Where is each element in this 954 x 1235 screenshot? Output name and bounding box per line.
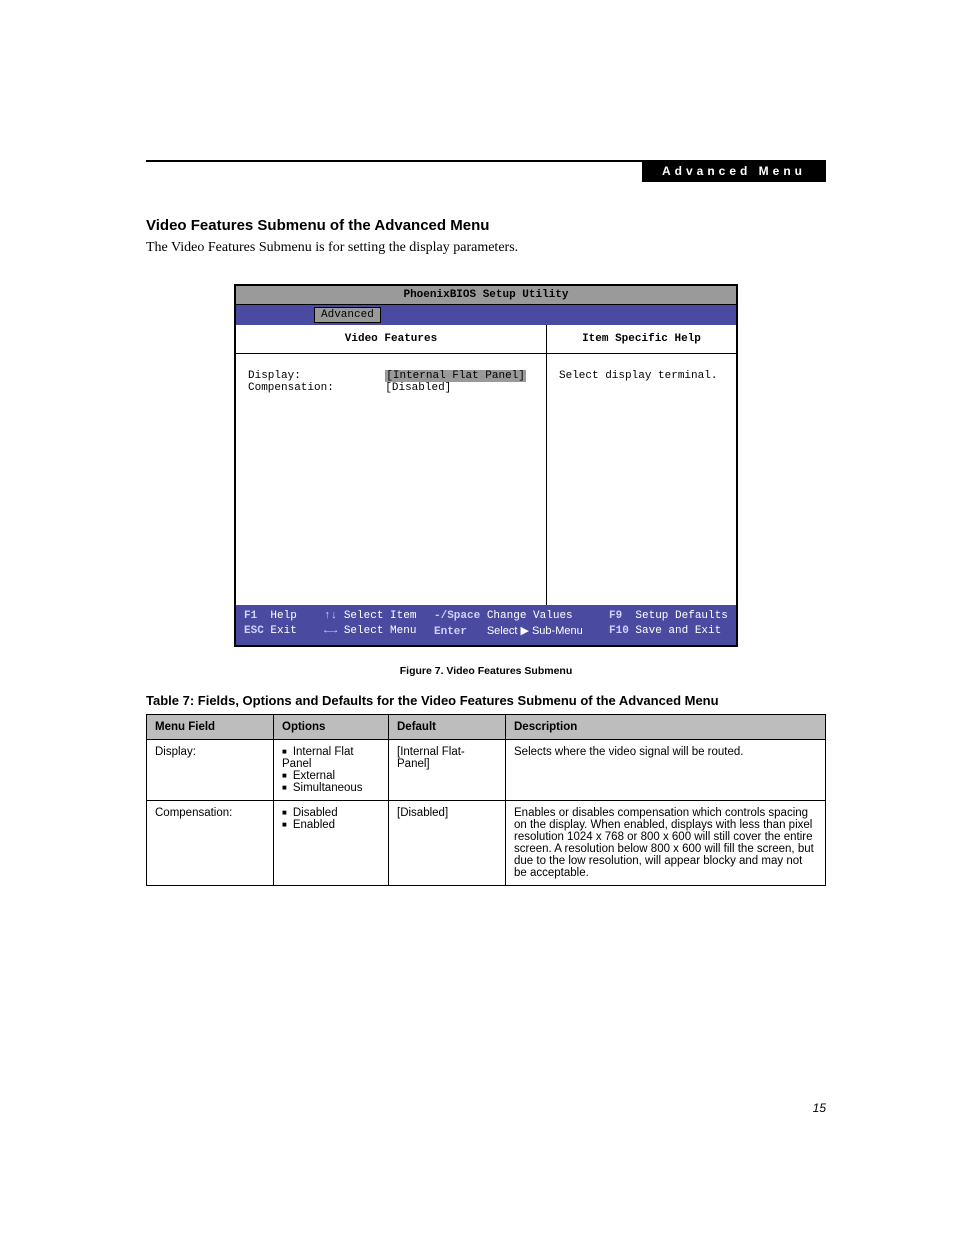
table-row: Display: Internal Flat Panel External Si… <box>147 739 826 800</box>
key-f9: F9 <box>609 610 622 622</box>
bios-field-compensation-label: Compensation: <box>248 382 385 394</box>
opt: Internal Flat Panel <box>282 746 380 770</box>
opt: Simultaneous <box>282 782 380 794</box>
opt: Disabled <box>282 807 380 819</box>
opt: Enabled <box>282 819 380 831</box>
cell-desc: Selects where the video signal will be r… <box>506 739 826 800</box>
th-options: Options <box>274 714 389 739</box>
key-enter: Enter <box>434 626 467 638</box>
key-f10: F10 <box>609 625 629 637</box>
bios-footer: F1 Help ↑↓ Select Item -/Space Change Va… <box>236 605 736 645</box>
cell-field: Compensation: <box>147 800 274 885</box>
bios-tabbar: Advanced <box>236 305 736 325</box>
bios-help-text: Select display terminal. <box>547 354 736 605</box>
cell-desc: Enables or disables compensation which c… <box>506 800 826 885</box>
cell-default: [Internal Flat-Panel] <box>389 739 506 800</box>
key-esc: ESC <box>244 625 264 637</box>
cell-options: Internal Flat Panel External Simultaneou… <box>274 739 389 800</box>
key-minus-space: -/Space <box>434 610 480 622</box>
section-intro: The Video Features Submenu is for settin… <box>146 240 826 256</box>
bios-field-display-label: Display: <box>248 370 385 382</box>
table-caption: Table 7: Fields, Options and Defaults fo… <box>146 693 826 708</box>
section-heading: Video Features Submenu of the Advanced M… <box>146 217 826 234</box>
bios-tab-advanced: Advanced <box>314 307 381 323</box>
bios-right-heading: Item Specific Help <box>547 325 736 354</box>
opt: External <box>282 770 380 782</box>
label-help: Help <box>270 610 296 622</box>
th-default: Default <box>389 714 506 739</box>
label-select-submenu: Select ▶ Sub-Menu <box>487 625 583 637</box>
feature-table: Menu Field Options Default Description D… <box>146 714 826 886</box>
cell-field: Display: <box>147 739 274 800</box>
key-leftright: ←→ <box>324 625 337 637</box>
figure-caption: Figure 7. Video Features Submenu <box>146 665 826 677</box>
bios-field-compensation-value: [Disabled] <box>385 382 451 394</box>
cell-default: [Disabled] <box>389 800 506 885</box>
page-number: 15 <box>813 1101 826 1115</box>
th-menu-field: Menu Field <box>147 714 274 739</box>
key-f1: F1 <box>244 610 257 622</box>
label-exit: Exit <box>270 625 296 637</box>
label-save-exit: Save and Exit <box>635 625 721 637</box>
header-rule: Advanced Menu <box>146 160 826 162</box>
th-description: Description <box>506 714 826 739</box>
cell-options: Disabled Enabled <box>274 800 389 885</box>
bios-left-heading: Video Features <box>236 325 546 354</box>
key-updown: ↑↓ <box>324 610 337 622</box>
bios-field-display-value: [Internal Flat Panel] <box>385 370 526 382</box>
table-row: Compensation: Disabled Enabled [Disabled… <box>147 800 826 885</box>
bios-title: PhoenixBIOS Setup Utility <box>236 286 736 305</box>
label-change-values: Change Values <box>487 610 573 622</box>
header-banner: Advanced Menu <box>642 160 826 182</box>
label-setup-defaults: Setup Defaults <box>635 610 727 622</box>
bios-screenshot: PhoenixBIOS Setup Utility Advanced Video… <box>234 284 738 647</box>
label-select-menu: Select Menu <box>344 625 417 637</box>
label-select-item: Select Item <box>344 610 417 622</box>
